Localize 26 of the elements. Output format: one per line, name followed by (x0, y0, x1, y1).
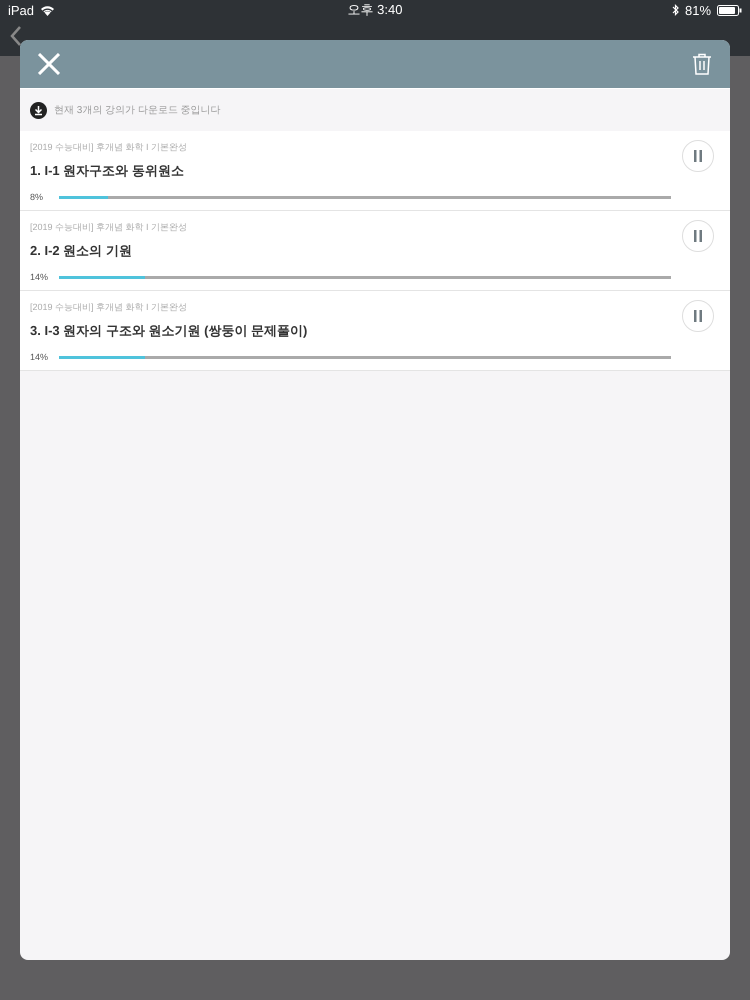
course-name: [2019 수능대비] 후개념 화학 I 기본완성 (30, 301, 188, 314)
pause-button[interactable] (682, 140, 714, 172)
clock: 오후 3:40 (348, 1, 402, 19)
download-icon (30, 102, 47, 118)
pause-button[interactable] (682, 300, 714, 332)
course-name: [2019 수능대비] 후개념 화학 I 기본완성 (30, 141, 188, 154)
lecture-title: 1. I-1 원자구조와 동위원소 (30, 162, 185, 180)
back-chevron-icon[interactable] (10, 26, 22, 46)
progress-percent: 8% (30, 192, 44, 202)
progress-percent: 14% (30, 272, 50, 282)
pause-icon (693, 310, 703, 322)
pause-icon (693, 150, 703, 162)
trash-button[interactable] (692, 53, 712, 75)
battery-icon (717, 4, 742, 16)
battery-percent: 81% (684, 2, 712, 18)
download-notice: 현재 3개의 강의가 다운로드 중입니다 (54, 104, 221, 117)
device-name: iPad (8, 2, 34, 18)
pause-icon (693, 230, 703, 242)
bluetooth-icon (672, 4, 679, 16)
pause-button[interactable] (682, 220, 714, 252)
wifi-icon (40, 4, 56, 16)
close-button[interactable] (38, 53, 60, 75)
progress-percent: 14% (30, 352, 50, 362)
lecture-title: 2. I-2 원소의 기원 (30, 242, 133, 260)
course-name: [2019 수능대비] 후개념 화학 I 기본완성 (30, 221, 188, 234)
lecture-title: 3. I-3 원자의 구조와 원소기원 (쌍둥이 문제풀이) (30, 322, 308, 340)
